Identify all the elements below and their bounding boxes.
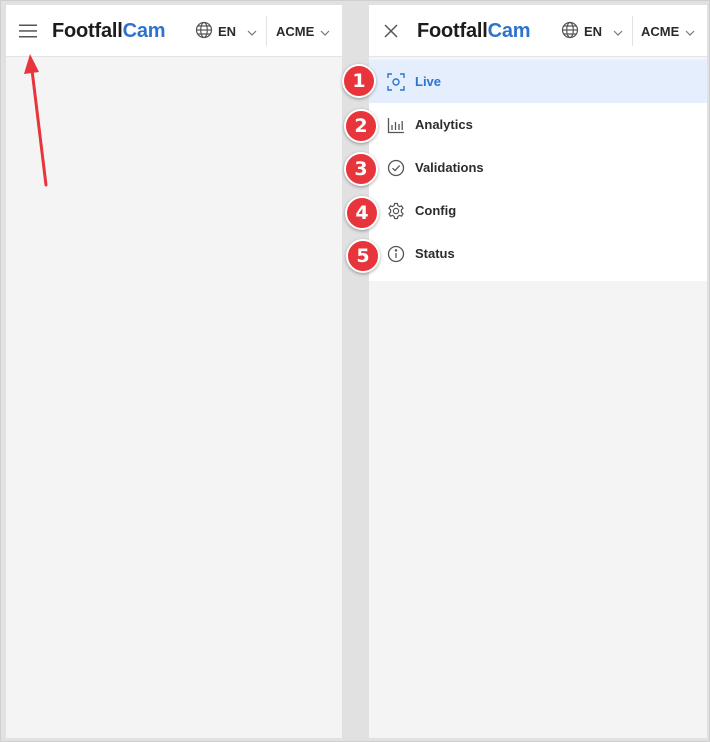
annotation-badge: 2: [344, 109, 378, 143]
gear-icon: [386, 201, 406, 221]
menu-item-label: Analytics: [415, 117, 473, 132]
brand-text-part1: Footfall: [417, 20, 488, 42]
mobile-view-collapsed: FootfallCam EN ACME: [6, 5, 342, 738]
menu-item-label: Validations: [415, 160, 484, 175]
language-selector[interactable]: EN: [195, 19, 257, 43]
organization-label: ACME: [276, 23, 315, 39]
menu-item-analytics[interactable]: Analytics: [369, 103, 707, 146]
brand-text-part2: Cam: [122, 20, 166, 42]
menu-item-label: Config: [415, 203, 457, 218]
chevron-down-icon: [320, 24, 330, 39]
menu-item-config[interactable]: Config: [369, 189, 707, 232]
live-view-icon: [386, 72, 406, 92]
organization-selector[interactable]: ACME: [641, 19, 695, 43]
organization-label: ACME: [641, 23, 680, 39]
menu-item-status[interactable]: Status: [369, 232, 707, 275]
menu-item-live[interactable]: Live: [369, 60, 707, 103]
top-bar: FootfallCam EN ACME: [6, 5, 342, 57]
chevron-down-icon: [247, 24, 257, 39]
globe-icon: [195, 21, 213, 42]
info-circle-icon: [386, 244, 406, 264]
close-icon[interactable]: [379, 19, 403, 43]
brand-logo[interactable]: FootfallCam: [52, 18, 166, 44]
hamburger-menu-icon[interactable]: [16, 19, 40, 43]
organization-selector[interactable]: ACME: [276, 19, 330, 43]
language-label: EN: [584, 23, 603, 39]
chevron-down-icon: [685, 24, 695, 39]
language-label: EN: [218, 23, 237, 39]
annotation-badge: 4: [345, 196, 379, 230]
chevron-down-icon: [613, 24, 623, 39]
bar-chart-icon: [386, 115, 406, 135]
language-selector[interactable]: EN: [561, 19, 623, 43]
header-divider: [632, 16, 633, 46]
brand-logo[interactable]: FootfallCam: [417, 18, 531, 44]
brand-text-part1: Footfall: [52, 20, 123, 42]
annotation-badge: 3: [344, 152, 378, 186]
annotation-badge: 5: [346, 239, 380, 273]
navigation-menu: Live Analytics Validations Config Status: [369, 60, 707, 281]
menu-item-label: Live: [415, 74, 442, 89]
menu-item-validations[interactable]: Validations: [369, 146, 707, 189]
brand-text-part2: Cam: [487, 20, 531, 42]
check-circle-icon: [386, 158, 406, 178]
mobile-view-expanded: FootfallCam EN ACME Live Analytics Valid…: [369, 5, 707, 738]
menu-item-label: Status: [415, 246, 455, 261]
globe-icon: [561, 21, 579, 42]
header-divider: [266, 16, 267, 46]
top-bar: FootfallCam EN ACME: [369, 5, 707, 57]
annotation-badge: 1: [342, 64, 376, 98]
